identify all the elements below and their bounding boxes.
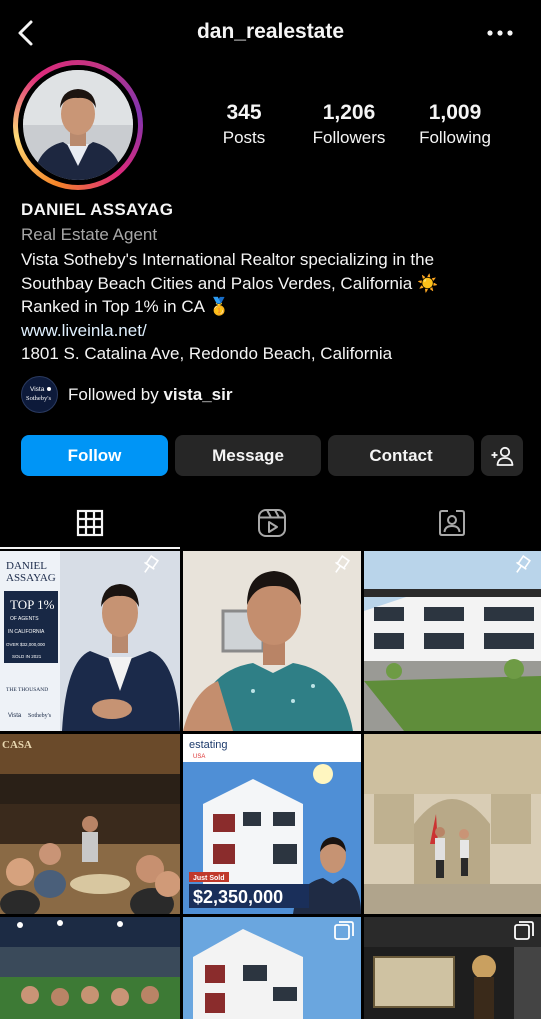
post-image xyxy=(183,917,361,1019)
profile-bio: Vista Sotheby's International Realtor sp… xyxy=(21,248,526,366)
profile-full-name: DANIEL ASSAYAG xyxy=(21,200,174,219)
followed-by-text: Followed by vista_sir xyxy=(68,385,232,405)
profile-avatar[interactable] xyxy=(23,70,133,180)
post-thumbnail[interactable] xyxy=(364,734,541,914)
active-tab-indicator xyxy=(0,547,180,549)
post-image xyxy=(0,917,180,1019)
profile-username: dan_realestate xyxy=(196,20,345,43)
post-text: ASSAYAG xyxy=(6,572,56,584)
message-button[interactable]: Message xyxy=(175,435,321,476)
bio-line: Southbay Beach Cities and Palos Verdes, … xyxy=(21,273,439,293)
post-text: SOLD IN 2021 xyxy=(12,654,42,659)
post-image: estating USA Just Sold $2,350,000 xyxy=(183,734,361,914)
post-text: estating xyxy=(189,739,228,751)
post-text: THE THOUSAND xyxy=(6,687,48,693)
post-thumbnail[interactable] xyxy=(183,917,361,1019)
follower-avatar[interactable]: Vista Sotheby's xyxy=(21,376,58,413)
post-thumbnail[interactable] xyxy=(364,551,541,731)
reels-icon xyxy=(258,509,286,537)
story-ring[interactable] xyxy=(13,60,143,190)
follower-avatar-text-bottom: Sotheby's xyxy=(26,395,51,402)
profile-tabs xyxy=(0,496,541,550)
post-thumbnail[interactable]: estating USA Just Sold $2,350,000 xyxy=(183,734,361,914)
posts-count-label: Posts xyxy=(222,128,266,147)
post-image: DANIEL ASSAYAG TOP 1% OF AGENTS IN CALIF… xyxy=(0,551,180,731)
ellipsis-icon xyxy=(487,30,513,36)
followers-count-value: 1,206 xyxy=(322,101,376,124)
posts-count[interactable]: 345 Posts xyxy=(189,100,299,150)
following-count-value: 1,009 xyxy=(428,101,482,124)
more-options-button[interactable] xyxy=(485,22,515,44)
post-image: CASA xyxy=(0,734,180,914)
tab-posts-grid[interactable] xyxy=(0,496,180,550)
bio-line: Vista Sotheby's International Realtor sp… xyxy=(21,250,435,269)
follow-button[interactable]: Follow xyxy=(21,435,168,476)
post-text: IN CALIFORNIA xyxy=(8,629,45,635)
add-person-icon xyxy=(491,446,514,466)
bio-line: Ranked in Top 1% in CA 🥇 xyxy=(21,297,230,316)
post-text: USA xyxy=(193,754,205,760)
post-text: Vista xyxy=(8,713,22,719)
tagged-person-icon xyxy=(439,510,465,536)
post-thumbnail[interactable]: CASA xyxy=(0,734,180,914)
post-text: $2,350,000 xyxy=(193,887,283,907)
post-thumbnail[interactable] xyxy=(0,917,180,1019)
posts-grid: DANIEL ASSAYAG TOP 1% OF AGENTS IN CALIF… xyxy=(0,551,541,1019)
grid-icon xyxy=(76,509,104,537)
post-text: Just Sold xyxy=(193,875,225,882)
post-image xyxy=(364,917,541,1019)
followers-count-label: Followers xyxy=(312,128,386,147)
following-count-label: Following xyxy=(419,128,491,147)
follower-avatar-text-top: Vista xyxy=(30,386,45,393)
posts-count-value: 345 xyxy=(226,101,262,124)
post-text: OF AGENTS xyxy=(10,616,39,622)
avatar-photo xyxy=(23,70,133,180)
profile-address[interactable]: 1801 S. Catalina Ave, Redondo Beach, Cal… xyxy=(21,342,526,366)
post-text: Sotheby's xyxy=(28,713,52,719)
post-image xyxy=(364,551,541,731)
post-text: CASA xyxy=(2,739,32,751)
post-thumbnail[interactable] xyxy=(183,551,361,731)
followers-count[interactable]: 1,206 Followers xyxy=(294,100,404,150)
tab-reels[interactable] xyxy=(182,496,362,550)
post-thumbnail[interactable] xyxy=(364,917,541,1019)
post-text: OVER $32,000,000 xyxy=(6,642,46,647)
following-count[interactable]: 1,009 Following xyxy=(400,100,510,150)
contact-button[interactable]: Contact xyxy=(328,435,474,476)
website-link[interactable]: www.liveinla.net/ xyxy=(21,319,526,343)
post-image xyxy=(364,734,541,914)
suggest-users-button[interactable] xyxy=(481,435,523,476)
followed-by-user[interactable]: vista_sir xyxy=(163,385,232,404)
top-bar: dan_realestate xyxy=(0,0,541,66)
followed-by-prefix: Followed by xyxy=(68,385,159,404)
post-image xyxy=(183,551,361,731)
tab-tagged[interactable] xyxy=(362,496,541,550)
post-text: TOP 1% xyxy=(10,597,55,612)
post-text: DANIEL xyxy=(6,560,47,572)
post-thumbnail[interactable]: DANIEL ASSAYAG TOP 1% OF AGENTS IN CALIF… xyxy=(0,551,180,731)
profile-category: Real Estate Agent xyxy=(21,225,158,244)
